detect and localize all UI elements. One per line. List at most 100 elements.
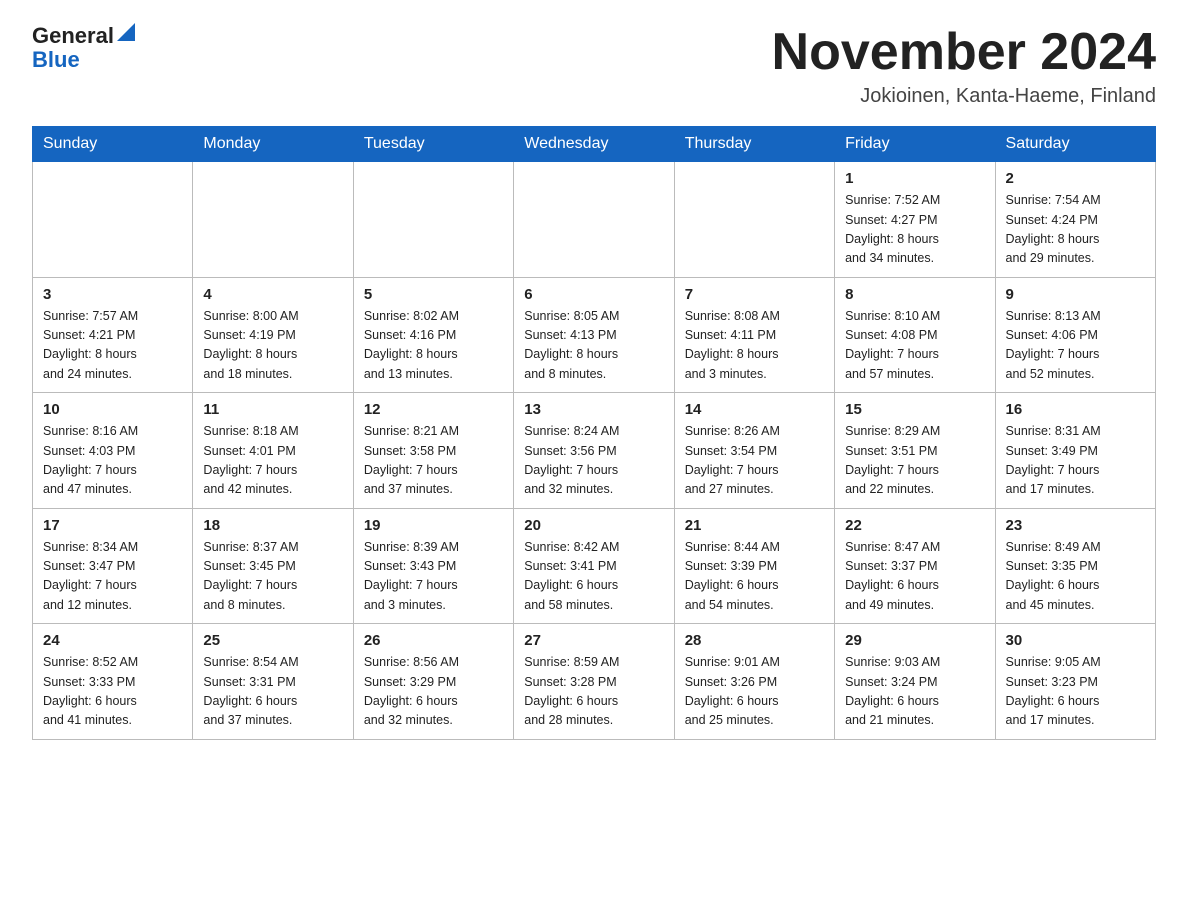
page-header: General Blue November 2024 Jokioinen, Ka… — [32, 24, 1156, 108]
weekday-header-monday: Monday — [193, 127, 353, 162]
calendar-cell: 12 Sunrise: 8:21 AM Sunset: 3:58 PM Dayli… — [353, 393, 513, 509]
day-info: Sunrise: 8:13 AM Sunset: 4:06 PM Dayligh… — [1006, 307, 1145, 385]
weekday-header-wednesday: Wednesday — [514, 127, 674, 162]
day-info: Sunrise: 8:08 AM Sunset: 4:11 PM Dayligh… — [685, 307, 824, 385]
calendar-cell: 25 Sunrise: 8:54 AM Sunset: 3:31 PM Dayli… — [193, 624, 353, 740]
day-number: 13 — [524, 401, 663, 418]
title-area: November 2024 Jokioinen, Kanta-Haeme, Fi… — [772, 24, 1156, 108]
day-info: Sunrise: 8:59 AM Sunset: 3:28 PM Dayligh… — [524, 653, 663, 731]
day-number: 4 — [203, 286, 342, 303]
calendar-cell: 13 Sunrise: 8:24 AM Sunset: 3:56 PM Dayli… — [514, 393, 674, 509]
calendar-cell: 11 Sunrise: 8:18 AM Sunset: 4:01 PM Dayli… — [193, 393, 353, 509]
calendar-cell: 16 Sunrise: 8:31 AM Sunset: 3:49 PM Dayli… — [995, 393, 1155, 509]
day-info: Sunrise: 8:02 AM Sunset: 4:16 PM Dayligh… — [364, 307, 503, 385]
day-number: 24 — [43, 632, 182, 649]
calendar-cell: 30Sunrise: 9:05 AM Sunset: 3:23 PM Dayli… — [995, 624, 1155, 740]
day-info: Sunrise: 8:10 AM Sunset: 4:08 PM Dayligh… — [845, 307, 984, 385]
calendar-cell: 27Sunrise: 8:59 AM Sunset: 3:28 PM Dayli… — [514, 624, 674, 740]
day-info: Sunrise: 8:31 AM Sunset: 3:49 PM Dayligh… — [1006, 422, 1145, 500]
day-info: Sunrise: 7:57 AM Sunset: 4:21 PM Dayligh… — [43, 307, 182, 385]
day-number: 2 — [1006, 170, 1145, 187]
day-info: Sunrise: 8:16 AM Sunset: 4:03 PM Dayligh… — [43, 422, 182, 500]
day-info: Sunrise: 9:01 AM Sunset: 3:26 PM Dayligh… — [685, 653, 824, 731]
calendar-cell: 21 Sunrise: 8:44 AM Sunset: 3:39 PM Dayli… — [674, 508, 834, 624]
day-number: 3 — [43, 286, 182, 303]
calendar-cell: 3 Sunrise: 7:57 AM Sunset: 4:21 PM Daylig… — [33, 277, 193, 393]
calendar-cell: 20 Sunrise: 8:42 AM Sunset: 3:41 PM Dayli… — [514, 508, 674, 624]
day-number: 12 — [364, 401, 503, 418]
day-info: Sunrise: 7:54 AM Sunset: 4:24 PM Dayligh… — [1006, 191, 1145, 269]
day-info: Sunrise: 8:54 AM Sunset: 3:31 PM Dayligh… — [203, 653, 342, 731]
location-title: Jokioinen, Kanta-Haeme, Finland — [772, 85, 1156, 108]
day-number: 15 — [845, 401, 984, 418]
calendar-cell: 17Sunrise: 8:34 AM Sunset: 3:47 PM Dayli… — [33, 508, 193, 624]
day-info: Sunrise: 8:24 AM Sunset: 3:56 PM Dayligh… — [524, 422, 663, 500]
day-info: Sunrise: 9:03 AM Sunset: 3:24 PM Dayligh… — [845, 653, 984, 731]
day-info: Sunrise: 8:18 AM Sunset: 4:01 PM Dayligh… — [203, 422, 342, 500]
day-info: Sunrise: 8:56 AM Sunset: 3:29 PM Dayligh… — [364, 653, 503, 731]
day-info: Sunrise: 8:21 AM Sunset: 3:58 PM Dayligh… — [364, 422, 503, 500]
calendar-cell: 18 Sunrise: 8:37 AM Sunset: 3:45 PM Dayli… — [193, 508, 353, 624]
logo: General Blue — [32, 24, 135, 72]
day-info: Sunrise: 8:47 AM Sunset: 3:37 PM Dayligh… — [845, 538, 984, 616]
day-number: 16 — [1006, 401, 1145, 418]
week-row-3: 10Sunrise: 8:16 AM Sunset: 4:03 PM Dayli… — [33, 393, 1156, 509]
week-row-1: 1Sunrise: 7:52 AM Sunset: 4:27 PM Daylig… — [33, 162, 1156, 278]
weekday-header-thursday: Thursday — [674, 127, 834, 162]
weekday-header-row: SundayMondayTuesdayWednesdayThursdayFrid… — [33, 127, 1156, 162]
calendar-cell — [193, 162, 353, 278]
day-number: 17 — [43, 517, 182, 534]
day-number: 23 — [1006, 517, 1145, 534]
day-number: 7 — [685, 286, 824, 303]
weekday-header-friday: Friday — [835, 127, 995, 162]
day-number: 29 — [845, 632, 984, 649]
calendar-cell: 8Sunrise: 8:10 AM Sunset: 4:08 PM Daylig… — [835, 277, 995, 393]
calendar-cell: 15 Sunrise: 8:29 AM Sunset: 3:51 PM Dayli… — [835, 393, 995, 509]
week-row-4: 17Sunrise: 8:34 AM Sunset: 3:47 PM Dayli… — [33, 508, 1156, 624]
weekday-header-tuesday: Tuesday — [353, 127, 513, 162]
calendar-cell: 29 Sunrise: 9:03 AM Sunset: 3:24 PM Dayli… — [835, 624, 995, 740]
calendar-cell: 22 Sunrise: 8:47 AM Sunset: 3:37 PM Dayli… — [835, 508, 995, 624]
calendar-cell: 10Sunrise: 8:16 AM Sunset: 4:03 PM Dayli… — [33, 393, 193, 509]
day-number: 21 — [685, 517, 824, 534]
weekday-header-sunday: Sunday — [33, 127, 193, 162]
day-number: 11 — [203, 401, 342, 418]
calendar-cell — [33, 162, 193, 278]
day-number: 20 — [524, 517, 663, 534]
logo-triangle-icon — [117, 23, 135, 41]
calendar-cell: 28 Sunrise: 9:01 AM Sunset: 3:26 PM Dayli… — [674, 624, 834, 740]
calendar-cell — [514, 162, 674, 278]
week-row-2: 3 Sunrise: 7:57 AM Sunset: 4:21 PM Daylig… — [33, 277, 1156, 393]
day-info: Sunrise: 8:05 AM Sunset: 4:13 PM Dayligh… — [524, 307, 663, 385]
day-number: 9 — [1006, 286, 1145, 303]
day-number: 6 — [524, 286, 663, 303]
calendar-cell: 26 Sunrise: 8:56 AM Sunset: 3:29 PM Dayli… — [353, 624, 513, 740]
calendar-cell: 2 Sunrise: 7:54 AM Sunset: 4:24 PM Daylig… — [995, 162, 1155, 278]
weekday-header-saturday: Saturday — [995, 127, 1155, 162]
day-info: Sunrise: 8:44 AM Sunset: 3:39 PM Dayligh… — [685, 538, 824, 616]
day-number: 18 — [203, 517, 342, 534]
day-number: 1 — [845, 170, 984, 187]
day-number: 25 — [203, 632, 342, 649]
day-number: 22 — [845, 517, 984, 534]
calendar-cell: 19 Sunrise: 8:39 AM Sunset: 3:43 PM Dayli… — [353, 508, 513, 624]
day-info: Sunrise: 8:52 AM Sunset: 3:33 PM Dayligh… — [43, 653, 182, 731]
day-number: 19 — [364, 517, 503, 534]
day-number: 26 — [364, 632, 503, 649]
day-number: 28 — [685, 632, 824, 649]
calendar-cell — [353, 162, 513, 278]
day-info: Sunrise: 8:39 AM Sunset: 3:43 PM Dayligh… — [364, 538, 503, 616]
month-title: November 2024 — [772, 24, 1156, 81]
day-info: Sunrise: 8:29 AM Sunset: 3:51 PM Dayligh… — [845, 422, 984, 500]
logo-general: General — [32, 24, 114, 48]
day-info: Sunrise: 8:42 AM Sunset: 3:41 PM Dayligh… — [524, 538, 663, 616]
calendar-cell: 24 Sunrise: 8:52 AM Sunset: 3:33 PM Dayli… — [33, 624, 193, 740]
day-info: Sunrise: 8:37 AM Sunset: 3:45 PM Dayligh… — [203, 538, 342, 616]
day-info: Sunrise: 8:49 AM Sunset: 3:35 PM Dayligh… — [1006, 538, 1145, 616]
calendar-cell: 5Sunrise: 8:02 AM Sunset: 4:16 PM Daylig… — [353, 277, 513, 393]
day-info: Sunrise: 8:26 AM Sunset: 3:54 PM Dayligh… — [685, 422, 824, 500]
logo-blue: Blue — [32, 48, 80, 72]
calendar-cell: 14Sunrise: 8:26 AM Sunset: 3:54 PM Dayli… — [674, 393, 834, 509]
calendar-cell: 1Sunrise: 7:52 AM Sunset: 4:27 PM Daylig… — [835, 162, 995, 278]
week-row-5: 24 Sunrise: 8:52 AM Sunset: 3:33 PM Dayli… — [33, 624, 1156, 740]
